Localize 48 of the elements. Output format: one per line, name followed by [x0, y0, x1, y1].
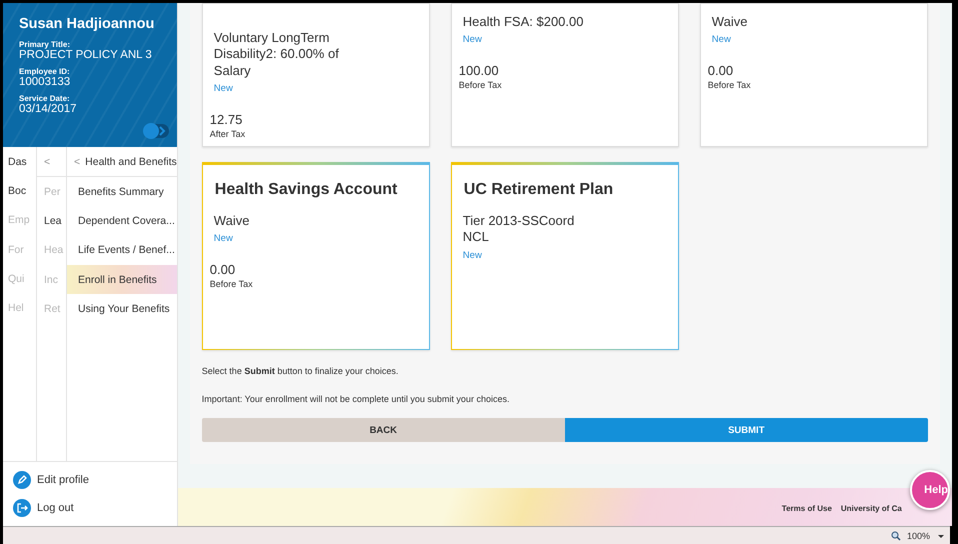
tax-label: Before Tax [458, 80, 502, 90]
instruction-text: Select the Submit button to finalize your choices. [202, 366, 398, 376]
cost-amount: 0.00 [708, 63, 734, 78]
plan-name: Tier 2013-SSCoord NCL [462, 213, 576, 246]
toggle-icon[interactable] [140, 123, 169, 139]
logout-link[interactable]: Log out [3, 494, 78, 522]
cost-amount: 12.75 [210, 112, 242, 127]
plan-name: Waive [214, 213, 250, 230]
tax-label: Before Tax [210, 279, 253, 290]
nav-item[interactable]: Das [8, 147, 27, 176]
zoom-level[interactable]: 100% [906, 530, 930, 540]
footer-link[interactable]: University of Ca [840, 504, 902, 512]
card-title: Health Savings Account [214, 181, 398, 199]
field-label: Employee ID: [19, 67, 70, 76]
menu-item[interactable]: Using Your Benefits [67, 294, 177, 324]
status-label: New [712, 34, 731, 46]
field-label: Service Date: [19, 94, 70, 103]
menu-item[interactable]: Dependent Covera... [67, 206, 177, 236]
field-value: 10003133 [19, 76, 70, 88]
zoom-icon[interactable] [890, 530, 901, 540]
employee-name: Susan Hadjioannou [19, 16, 154, 32]
pencil-icon [13, 471, 31, 489]
plan-name: Health FSA: $200.00 [462, 14, 584, 30]
menu-item[interactable]: Enroll in Benefits [67, 264, 177, 294]
menu-item[interactable]: Benefits Summary [67, 177, 177, 206]
logout-icon [13, 499, 31, 517]
status-label: New [462, 250, 482, 260]
tax-label: Before Tax [708, 80, 751, 90]
tax-label: After Tax [210, 128, 246, 139]
card-title: UC Retirement Plan [464, 181, 614, 199]
field-value: 03/14/2017 [19, 103, 77, 115]
footer-link[interactable]: Terms of Use [782, 504, 832, 512]
nav-item[interactable]: Boc [8, 176, 26, 206]
plan-name: Voluntary LongTerm Disability2: 60.00% of Salary [214, 30, 340, 79]
plan-name: Waive [712, 14, 748, 30]
cost-amount: 100.00 [458, 63, 499, 78]
status-label: New [462, 34, 482, 46]
field-value: PROJECT POLICY ANL 3 [19, 49, 152, 61]
cost-amount: 0.00 [210, 262, 236, 278]
menu-item[interactable]: Life Events / Benef... [67, 236, 177, 265]
status-label: New [214, 82, 233, 94]
nav-item[interactable]: Lea [37, 206, 62, 236]
back-button[interactable]: BACK [202, 418, 565, 442]
status-label: New [214, 233, 233, 244]
field-label: Primary Title: [19, 40, 70, 49]
menu-title: Health and Benefits [85, 156, 177, 168]
edit-profile-link[interactable]: Edit profile [3, 466, 93, 494]
instruction-text: Important: Your enrollment will not be complete until you submit your choices. [202, 394, 510, 404]
